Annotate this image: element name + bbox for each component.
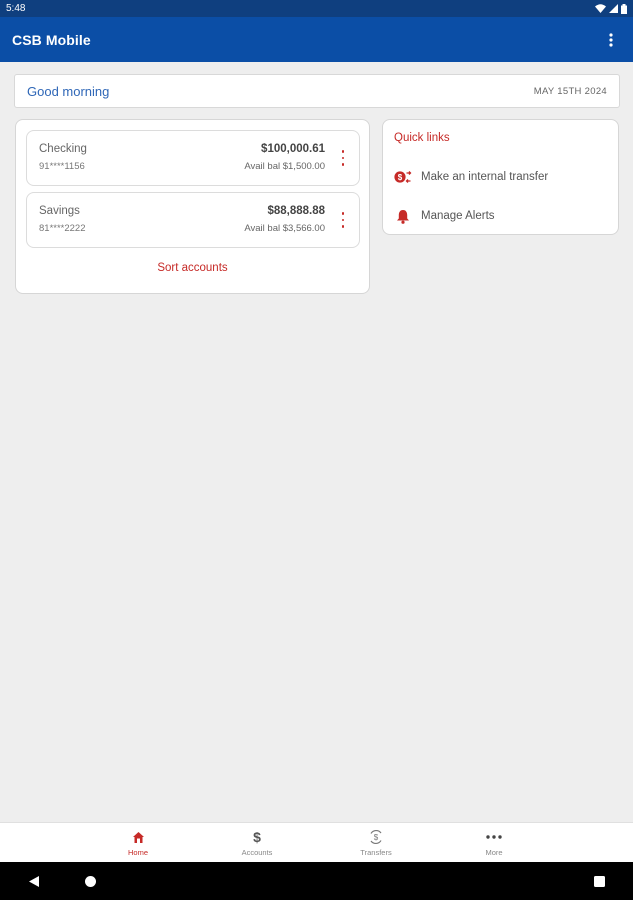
account-balance: $100,000.61 <box>261 143 325 155</box>
signal-icon <box>609 4 618 13</box>
more-vert-icon <box>341 212 345 215</box>
quick-link-manage-alerts[interactable]: Manage Alerts <box>383 203 618 229</box>
quick-links-title: Quick links <box>394 132 450 144</box>
account-name: Checking <box>39 143 87 155</box>
bell-icon <box>394 207 412 225</box>
account-balance: $88,888.88 <box>267 205 325 217</box>
bottom-navigation: Home $ Accounts $ Transfers More <box>0 822 633 862</box>
sort-accounts-link[interactable]: Sort accounts <box>16 262 369 274</box>
account-card-checking[interactable]: Checking 91****1156 $100,000.61 Avail ba… <box>26 130 360 186</box>
svg-text:$: $ <box>374 833 379 842</box>
system-navigation-bar <box>0 862 633 900</box>
account-name: Savings <box>39 205 80 217</box>
recents-icon <box>593 875 605 887</box>
battery-icon <box>621 3 627 14</box>
home-circle-icon <box>84 875 96 887</box>
nav-item-transfers[interactable]: $ Transfers <box>336 823 416 863</box>
quick-link-label: Make an internal transfer <box>421 171 549 183</box>
nav-label: More <box>485 848 503 857</box>
transfers-icon: $ <box>368 829 384 845</box>
greeting-text: Good morning <box>27 83 110 99</box>
nav-label: Transfers <box>360 848 392 857</box>
back-button[interactable] <box>26 873 42 889</box>
dollar-icon: $ <box>253 829 261 845</box>
app-title: CSB Mobile <box>12 31 91 48</box>
quick-link-internal-transfer[interactable]: $ Make an internal transfer <box>383 164 618 190</box>
nav-item-home[interactable]: Home <box>98 823 178 863</box>
account-menu-button[interactable] <box>339 150 347 166</box>
svg-text:$: $ <box>398 173 403 182</box>
account-number: 91****1156 <box>39 161 85 172</box>
date-text: MAY 15TH 2024 <box>533 85 607 97</box>
nav-item-more[interactable]: More <box>454 823 534 863</box>
back-icon <box>29 875 39 887</box>
wifi-icon <box>595 4 606 13</box>
transfer-icon: $ <box>394 168 412 186</box>
more-horiz-icon <box>486 829 502 845</box>
home-system-button[interactable] <box>82 873 98 889</box>
available-balance: Avail bal $1,500.00 <box>244 161 325 172</box>
status-bar: 5:48 <box>0 0 633 17</box>
account-number: 81****2222 <box>39 223 86 234</box>
app-bar: CSB Mobile <box>0 17 633 62</box>
quick-link-label: Manage Alerts <box>421 210 495 222</box>
status-time: 5:48 <box>6 3 26 14</box>
account-card-savings[interactable]: Savings 81****2222 $88,888.88 Avail bal … <box>26 192 360 248</box>
more-vert-icon <box>341 150 345 153</box>
quick-links-panel: Quick links $ Make an internal transfer … <box>382 119 619 235</box>
status-icons <box>595 3 627 14</box>
nav-label: Accounts <box>241 848 273 857</box>
accounts-panel: Checking 91****1156 $100,000.61 Avail ba… <box>15 119 370 294</box>
overflow-menu-button[interactable] <box>601 28 621 52</box>
nav-item-accounts[interactable]: $ Accounts <box>217 823 297 863</box>
more-vert-icon <box>609 32 613 47</box>
greeting-card: Good morning MAY 15TH 2024 <box>14 74 620 108</box>
home-icon <box>132 829 145 845</box>
nav-label: Home <box>127 848 148 857</box>
available-balance: Avail bal $3,566.00 <box>244 223 325 234</box>
recents-button[interactable] <box>591 873 607 889</box>
account-menu-button[interactable] <box>339 212 347 228</box>
